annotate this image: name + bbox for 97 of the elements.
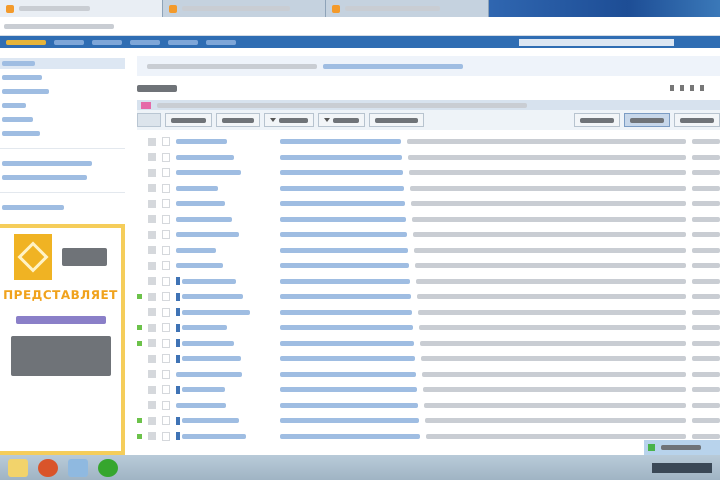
blurred-text bbox=[692, 356, 720, 362]
page-icon bbox=[6, 4, 14, 12]
view-button[interactable] bbox=[624, 113, 670, 127]
blurred-text bbox=[54, 40, 84, 44]
blurred-text bbox=[182, 418, 239, 424]
row-checkbox[interactable] bbox=[162, 354, 170, 364]
blurred-text bbox=[176, 248, 216, 253]
blurred-text bbox=[182, 325, 227, 330]
logo-icon bbox=[14, 234, 52, 280]
blurred-text bbox=[692, 170, 720, 176]
ad-headline: ПРЕДСТАВЛЯЕТ bbox=[3, 288, 118, 302]
row-checkbox[interactable] bbox=[162, 323, 170, 332]
view-button[interactable] bbox=[674, 113, 720, 127]
blurred-text bbox=[182, 434, 246, 439]
blurred-text bbox=[182, 387, 225, 392]
toolbar-button[interactable] bbox=[165, 113, 212, 127]
row-checkbox[interactable] bbox=[162, 261, 170, 270]
row-checkbox[interactable] bbox=[162, 199, 170, 208]
blurred-text bbox=[692, 402, 720, 408]
blurred-text bbox=[692, 278, 720, 284]
blurred-text bbox=[130, 40, 160, 44]
blurred-text bbox=[168, 40, 198, 44]
folder-item[interactable] bbox=[0, 58, 125, 69]
blurred-text bbox=[692, 294, 720, 300]
folder-icon[interactable] bbox=[8, 458, 28, 476]
blurred-text bbox=[692, 325, 720, 330]
blurred-text bbox=[182, 294, 243, 300]
blurred-text bbox=[92, 40, 122, 44]
app-icon[interactable] bbox=[98, 458, 118, 476]
blurred-text bbox=[176, 186, 218, 191]
row-checkbox[interactable] bbox=[162, 137, 170, 146]
toolbar-button[interactable] bbox=[264, 113, 314, 127]
blurred-text bbox=[692, 434, 720, 439]
browser-tab[interactable] bbox=[0, 0, 163, 17]
blurred-text bbox=[176, 232, 239, 238]
ad-banner[interactable]: ПРЕДСТАВЛЯЕТ bbox=[0, 224, 125, 455]
row-checkbox[interactable] bbox=[162, 168, 170, 178]
blurred-text bbox=[176, 154, 234, 160]
row-checkbox[interactable] bbox=[162, 385, 170, 394]
blurred-text bbox=[692, 263, 720, 268]
blurred-text bbox=[176, 201, 225, 206]
row-checkbox[interactable] bbox=[162, 416, 170, 426]
browser-tab[interactable] bbox=[326, 0, 489, 17]
blurred-text bbox=[692, 387, 720, 392]
view-button[interactable] bbox=[574, 113, 620, 127]
browser-icon[interactable] bbox=[38, 458, 58, 476]
row-checkbox[interactable] bbox=[162, 152, 170, 162]
tray-icon[interactable] bbox=[652, 462, 712, 472]
label-icon bbox=[141, 102, 151, 108]
row-checkbox[interactable] bbox=[162, 184, 170, 193]
row-checkbox[interactable] bbox=[162, 230, 170, 240]
blurred-text bbox=[19, 6, 90, 11]
blurred-text bbox=[182, 310, 250, 315]
row-checkbox[interactable] bbox=[162, 276, 170, 286]
page-icon bbox=[332, 4, 340, 12]
row-checkbox[interactable] bbox=[162, 370, 170, 379]
toolbar-button[interactable] bbox=[216, 113, 260, 127]
blurred-text bbox=[692, 201, 720, 206]
blurred-text bbox=[692, 216, 720, 222]
row-checkbox[interactable] bbox=[162, 308, 170, 317]
blurred-text bbox=[2, 205, 64, 210]
blurred-text bbox=[176, 139, 227, 144]
blurred-text bbox=[182, 356, 241, 362]
browser-tab[interactable] bbox=[163, 0, 326, 17]
toolbar-button[interactable] bbox=[318, 113, 365, 127]
blurred-text bbox=[137, 84, 177, 92]
blurred-text bbox=[692, 154, 720, 160]
blurred-text bbox=[692, 372, 720, 377]
blurred-text bbox=[182, 340, 234, 346]
blurred-text bbox=[176, 372, 242, 377]
page-icon bbox=[169, 4, 177, 12]
blurred-text bbox=[176, 170, 241, 176]
blurred-text bbox=[692, 186, 720, 191]
search-field[interactable] bbox=[519, 38, 674, 46]
blurred-text bbox=[176, 216, 232, 222]
toolbar-button[interactable] bbox=[369, 113, 424, 127]
row-checkbox[interactable] bbox=[162, 432, 170, 441]
blurred-text bbox=[692, 139, 720, 144]
blurred-text bbox=[692, 418, 720, 424]
blurred-text bbox=[176, 402, 226, 408]
row-checkbox[interactable] bbox=[162, 246, 170, 255]
blurred-text bbox=[62, 248, 107, 266]
select-button[interactable] bbox=[137, 113, 161, 127]
blurred-text bbox=[692, 232, 720, 238]
row-checkbox[interactable] bbox=[162, 292, 170, 302]
notification-popup[interactable] bbox=[644, 440, 720, 455]
blurred-text bbox=[6, 40, 46, 44]
blurred-text bbox=[692, 340, 720, 346]
blurred-text bbox=[692, 310, 720, 315]
row-checkbox[interactable] bbox=[162, 214, 170, 224]
row-checkbox[interactable] bbox=[162, 400, 170, 410]
document-icon[interactable] bbox=[68, 458, 88, 476]
blurred-text bbox=[176, 263, 223, 268]
blurred-text bbox=[206, 40, 236, 44]
blurred-text bbox=[692, 248, 720, 253]
row-checkbox[interactable] bbox=[162, 338, 170, 348]
blurred-text bbox=[182, 278, 236, 284]
